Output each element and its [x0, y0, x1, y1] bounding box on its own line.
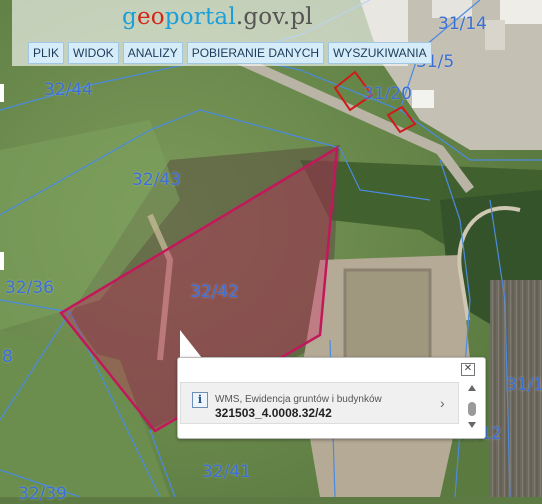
parcel-label: 31/20	[363, 84, 412, 104]
menu-wyszukiwania[interactable]: WYSZUKIWANIA	[328, 42, 432, 64]
geoportal-logo[interactable]: geoportal.gov.pl	[122, 4, 313, 30]
main-menu: PLIK WIDOK ANALIZY POBIERANIE DANYCH WYS…	[28, 42, 432, 64]
logo-eo: eo	[136, 4, 165, 30]
parcel-label: 32/42	[190, 282, 239, 302]
parcel-label: 32/44	[44, 80, 93, 100]
popup-pointer	[180, 330, 202, 358]
parcel-label: 31/14	[438, 14, 487, 34]
parcel-label: 32/43	[132, 170, 181, 190]
menu-widok[interactable]: WIDOK	[68, 42, 119, 64]
menu-analizy[interactable]: ANALIZY	[122, 42, 183, 64]
building	[485, 20, 505, 50]
scroll-thumb[interactable]	[468, 402, 476, 416]
app-header: geoportal.gov.pl PLIK WIDOK ANALIZY POBI…	[12, 0, 432, 66]
logo-domain: .gov.pl	[235, 4, 313, 30]
construction-pit	[343, 268, 432, 362]
menu-plik[interactable]: PLIK	[28, 42, 65, 64]
logo-portal: portal	[164, 4, 236, 30]
parcel-label: 8	[2, 347, 13, 367]
parcel-label: 32/36	[5, 278, 54, 298]
layer-name: WMS, Ewidencja gruntów i budynków	[215, 394, 382, 405]
logo-g: g	[122, 4, 137, 30]
popup-scrollbar[interactable]	[464, 382, 480, 430]
feature-info-row[interactable]: i WMS, Ewidencja gruntów i budynków 3215…	[180, 382, 459, 424]
map-control-fragment[interactable]	[0, 252, 4, 270]
chevron-right-icon[interactable]: ›	[440, 395, 445, 411]
map-control-fragment[interactable]	[0, 84, 4, 102]
close-icon[interactable]: ✕	[461, 363, 475, 376]
scroll-up-arrow[interactable]	[468, 385, 476, 391]
parcel-identifier: 321503_4.0008.32/42	[215, 406, 332, 420]
parcel-label: 31/1	[506, 375, 542, 395]
scroll-down-arrow[interactable]	[468, 422, 476, 428]
parcel-label: 32/39	[18, 484, 67, 504]
feature-info-popup: ✕ i WMS, Ewidencja gruntów i budynków 32…	[177, 357, 486, 439]
parcel-label: 32/41	[202, 462, 251, 482]
building	[500, 0, 542, 24]
building	[412, 90, 434, 108]
menu-pobieranie-danych[interactable]: POBIERANIE DANYCH	[186, 42, 325, 64]
info-icon: i	[192, 392, 208, 408]
